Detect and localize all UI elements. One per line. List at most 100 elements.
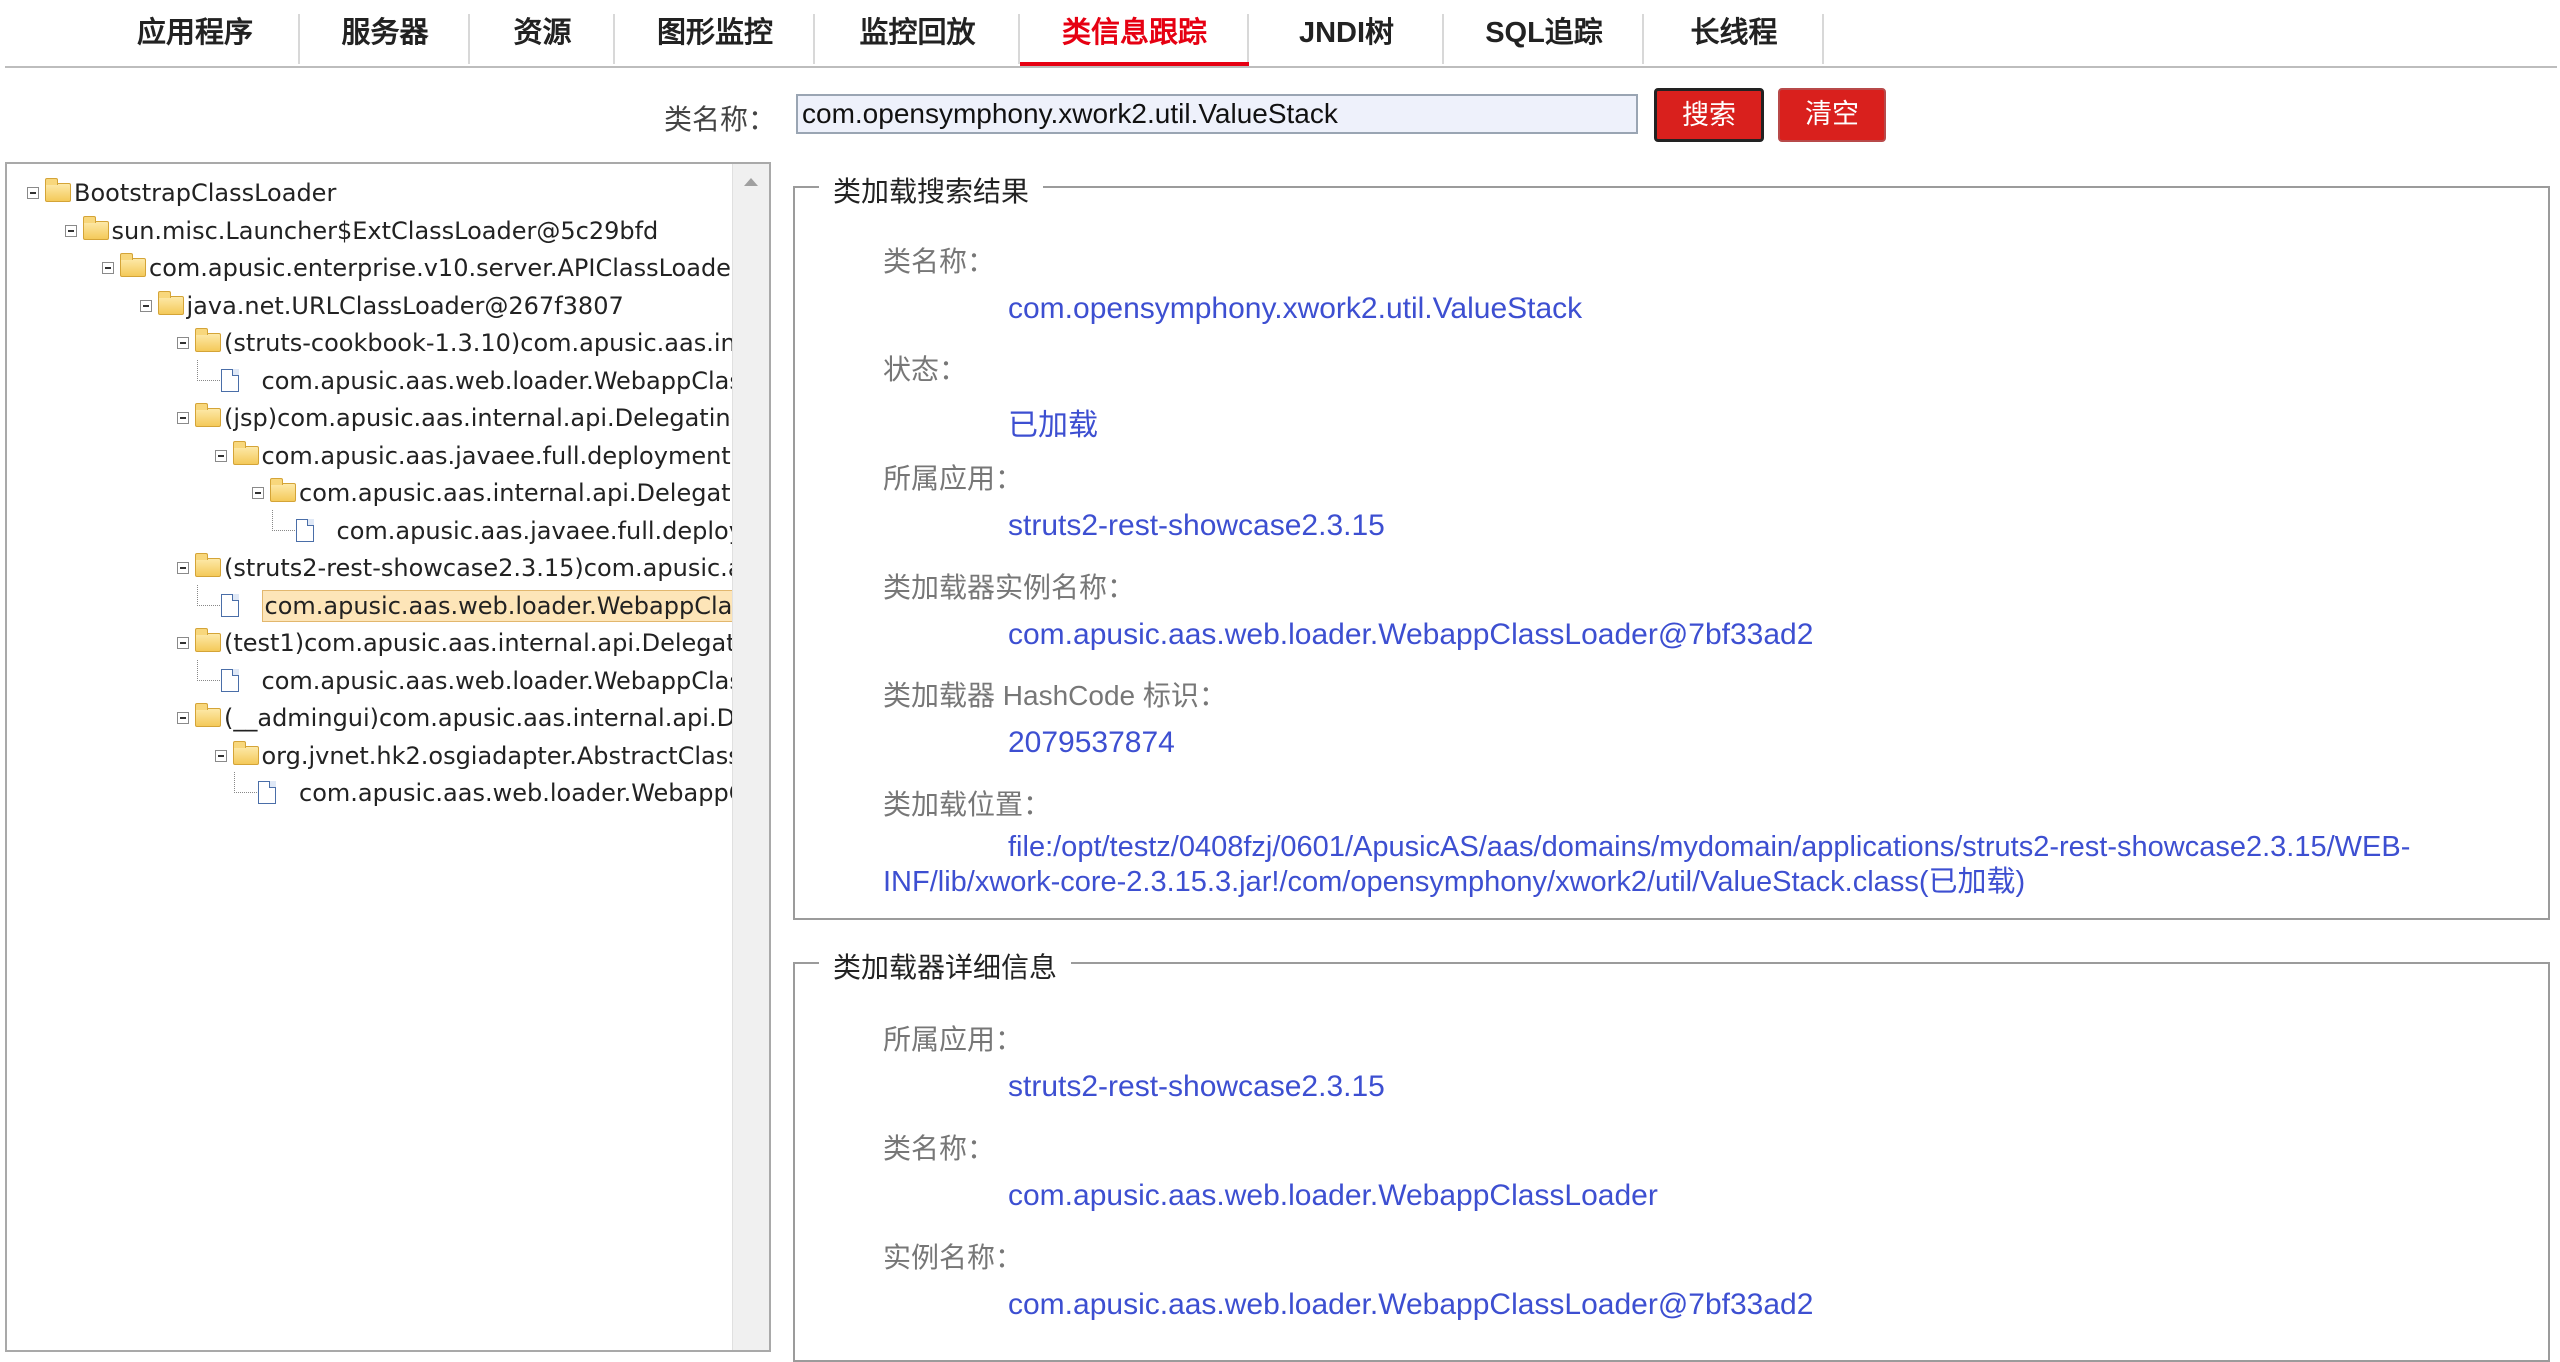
collapse-toggle-icon[interactable] xyxy=(177,712,189,724)
folder-icon xyxy=(195,403,221,427)
tree-connector xyxy=(196,584,220,606)
tab-label: 类信息跟踪 xyxy=(1061,17,1207,49)
tree-node-folder[interactable]: com.apusic.enterprise.v10.server.APIClas… xyxy=(7,251,733,285)
tree-node-leaf[interactable]: com.apusic.aas.web.loader.WebappClassLoa… xyxy=(7,584,733,623)
tab-label: 资源 xyxy=(513,17,572,49)
tree-node-label: com.apusic.aas.web.loader.WebappClassLoa… xyxy=(261,666,734,695)
collapse-toggle-icon[interactable] xyxy=(139,299,152,312)
detail-instance-value: com.apusic.aas.web.loader.WebappClassLoa… xyxy=(1008,1288,1814,1321)
tab-label: JNDI树 xyxy=(1298,17,1395,49)
classloader-tree: BootstrapClassLoader sun.misc.Launcher$Ex… xyxy=(7,164,733,1350)
tree-node-label: com.apusic.aas.internal.api.DelegatingCl… xyxy=(299,479,733,507)
folder-icon xyxy=(232,740,259,765)
collapse-toggle-icon[interactable] xyxy=(177,412,189,424)
clear-button[interactable]: 清空 xyxy=(1778,88,1886,142)
folder-icon xyxy=(195,553,221,577)
tree-node-label: com.apusic.aas.web.loader.WebappClassLoa… xyxy=(299,779,733,807)
classloader-tree-panel[interactable]: BootstrapClassLoader sun.misc.Launcher$Ex… xyxy=(5,162,771,1352)
class-name-search-label: 类名称： xyxy=(664,104,777,135)
owner-app-label: 所属应用： xyxy=(883,463,1024,494)
tab-applications[interactable]: 应用程序 xyxy=(90,0,300,64)
collapse-toggle-icon[interactable] xyxy=(214,749,227,762)
class-name-label: 类名称： xyxy=(883,246,996,277)
loader-hashcode-value: 2079537874 xyxy=(1008,726,1175,759)
tree-connector xyxy=(196,659,220,681)
collapse-toggle-icon[interactable] xyxy=(177,562,189,574)
tree-node-folder[interactable]: org.jvnet.hk2.osgiadapter.AbstractClassL… xyxy=(7,739,733,773)
tree-node-leaf[interactable]: com.apusic.aas.web.loader.WebappClassLoa… xyxy=(7,659,734,698)
tree-node-folder[interactable]: (__admingui)com.apusic.aas.internal.api.… xyxy=(7,701,733,735)
tree-node-label: (struts-cookbook-1.3.10)com.apusic.aas.i… xyxy=(224,329,733,357)
folder-icon xyxy=(45,178,71,202)
tab-label: 服务器 xyxy=(341,17,429,49)
tab-graph-monitor[interactable]: 图形监控 xyxy=(615,0,815,64)
file-icon xyxy=(220,593,239,617)
search-button[interactable]: 搜索 xyxy=(1654,88,1764,142)
tree-connector xyxy=(196,359,220,381)
tree-node-folder[interactable]: java.net.URLClassLoader@267f3807 xyxy=(7,289,733,323)
tree-node-label: com.apusic.aas.web.loader.WebappClassLoa… xyxy=(261,589,733,622)
collapse-toggle-icon[interactable] xyxy=(252,487,264,499)
tree-node-label: BootstrapClassLoader xyxy=(74,179,337,207)
tree-node-label: (jsp)com.apusic.aas.internal.api.Delegat… xyxy=(224,404,733,432)
tree-node-folder[interactable]: (struts-cookbook-1.3.10)com.apusic.aas.i… xyxy=(7,326,733,360)
tab-class-info-trace[interactable]: 类信息跟踪 xyxy=(1020,0,1249,66)
tab-sql-trace[interactable]: SQL追踪 xyxy=(1444,0,1644,64)
folder-icon xyxy=(232,440,259,465)
tree-node-folder[interactable]: (test1)com.apusic.aas.internal.api.Deleg… xyxy=(7,626,733,660)
tab-long-thread[interactable]: 长线程 xyxy=(1644,0,1824,64)
class-name-search-input[interactable] xyxy=(796,94,1638,134)
collapse-toggle-icon[interactable] xyxy=(64,224,77,237)
status-label: 状态： xyxy=(883,354,968,385)
tree-node-label: java.net.URLClassLoader@267f3807 xyxy=(186,291,624,320)
class-search-result-section: 类加载搜索结果 类名称： com.opensymphony.xwork2.uti… xyxy=(793,170,2550,920)
tree-node-leaf[interactable]: com.apusic.aas.javaee.full.deployment.Ea… xyxy=(7,509,733,548)
tab-label: 图形监控 xyxy=(656,17,773,49)
tree-node-label: org.jvnet.hk2.osgiadapter.AbstractClassL… xyxy=(261,741,734,770)
file-icon xyxy=(220,368,239,392)
folder-icon xyxy=(120,253,146,277)
tree-node-folder[interactable]: (jsp)com.apusic.aas.internal.api.Delegat… xyxy=(7,401,733,435)
tree-node-folder[interactable]: com.apusic.aas.javaee.full.deployment.Ea… xyxy=(7,439,733,473)
collapse-toggle-icon[interactable] xyxy=(27,187,39,199)
tree-node-label: com.apusic.aas.javaee.full.deployment.Ea… xyxy=(261,441,734,470)
tree-scrollbar[interactable] xyxy=(732,164,769,1350)
tree-node-label: com.apusic.enterprise.v10.server.APIClas… xyxy=(149,254,733,282)
collapse-toggle-icon[interactable] xyxy=(214,449,227,462)
detail-owner-app-label: 所属应用： xyxy=(883,1024,1024,1055)
loader-hashcode-label: 类加载器 HashCode 标识： xyxy=(883,680,1227,711)
tab-servers[interactable]: 服务器 xyxy=(300,0,470,64)
folder-icon xyxy=(195,628,221,652)
tab-label: 长线程 xyxy=(1690,17,1778,49)
tab-resources[interactable]: 资源 xyxy=(470,0,615,64)
detail-instance-label: 实例名称： xyxy=(883,1242,1024,1273)
tree-node-folder[interactable]: BootstrapClassLoader xyxy=(7,176,733,210)
tree-connector xyxy=(271,509,295,531)
tree-node-label: sun.misc.Launcher$ExtClassLoader@5c29bfd xyxy=(111,216,659,245)
tree-node-folder[interactable]: (struts2-rest-showcase2.3.15)com.apusic.… xyxy=(7,551,733,585)
section-legend: 类加载搜索结果 xyxy=(819,170,1044,210)
classloader-detail-section: 类加载器详细信息 所属应用： struts2-rest-showcase2.3.… xyxy=(793,946,2550,1362)
loader-instance-label: 类加载器实例名称： xyxy=(883,572,1136,603)
collapse-toggle-icon[interactable] xyxy=(102,262,114,274)
folder-icon xyxy=(195,328,221,352)
tab-jndi-tree[interactable]: JNDI树 xyxy=(1249,0,1444,64)
tree-node-leaf[interactable]: com.apusic.aas.web.loader.WebappClassLoa… xyxy=(7,359,733,398)
folder-icon xyxy=(157,290,184,315)
detail-class-name-value: com.apusic.aas.web.loader.WebappClassLoa… xyxy=(1008,1179,1658,1212)
detail-class-name-label: 类名称： xyxy=(883,1133,996,1164)
load-location-value: file:/opt/testz/0408fzj/0601/ApusicAS/aa… xyxy=(883,831,2411,898)
tab-monitor-replay[interactable]: 监控回放 xyxy=(815,0,1020,64)
tree-node-folder[interactable]: sun.misc.Launcher$ExtClassLoader@5c29bfd xyxy=(7,214,733,248)
loader-instance-value: com.apusic.aas.web.loader.WebappClassLoa… xyxy=(1008,618,1814,651)
load-location-label: 类加载位置： xyxy=(883,789,1052,820)
tree-connector xyxy=(234,772,257,793)
file-icon xyxy=(258,781,276,804)
tree-node-label: (__admingui)com.apusic.aas.internal.api.… xyxy=(224,704,733,732)
tree-node-leaf[interactable]: com.apusic.aas.web.loader.WebappClassLoa… xyxy=(7,772,733,810)
tree-node-folder[interactable]: com.apusic.aas.internal.api.DelegatingCl… xyxy=(7,476,733,510)
collapse-toggle-icon[interactable] xyxy=(177,337,189,349)
collapse-toggle-icon[interactable] xyxy=(177,637,189,649)
status-value: 已加载 xyxy=(1008,409,1098,442)
section-legend: 类加载器详细信息 xyxy=(819,946,1072,986)
